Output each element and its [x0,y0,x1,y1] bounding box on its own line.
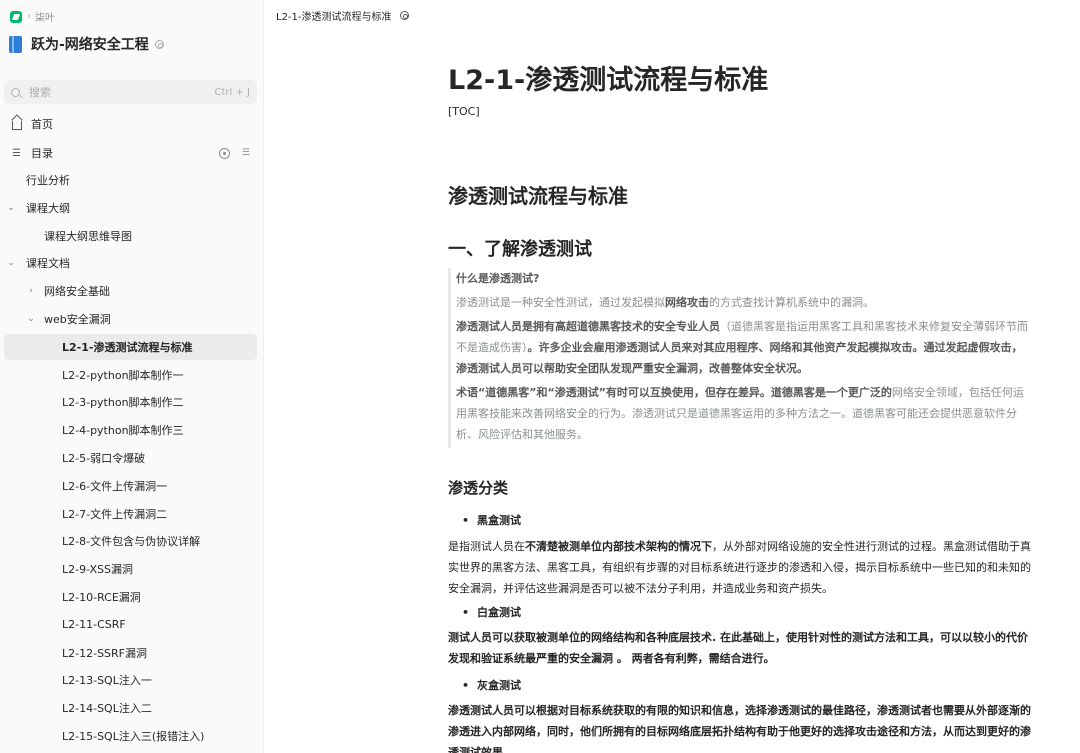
tree-item-label: L2-5-弱口令爆破 [62,452,146,465]
tree-item-label: 课程大纲思维导图 [44,229,132,243]
book-icon [9,35,22,53]
chevron-right-icon: › [27,11,31,22]
search-box[interactable]: Ctrl + J [4,80,257,104]
tree-item-label: L2-8-文件包含与伪协议详解 [62,535,201,549]
tree-item[interactable]: L2-11-CSRF [4,612,257,638]
nav-home[interactable]: 首页 [0,111,263,137]
quote-paragraph-2: 渗透测试人员是拥有高超道德黑客技术的安全专业人员（道德黑客是指运用黑客工具和黑客… [456,320,1028,375]
tree-item-label: L2-3-python脚本制作二 [62,396,184,410]
tree-item[interactable]: L2-14-SQL注入二 [4,695,257,721]
nav-home-label: 首页 [31,118,53,131]
heading-1: 渗透测试流程与标准 [448,184,628,208]
bullet-white-box: 白盒测试 [462,604,521,620]
nav-toc-label: 目录 [31,147,53,160]
chevron-right-icon[interactable]: › [26,286,36,296]
tree-item[interactable]: L2-4-python脚本制作三 [4,417,257,443]
tree-item[interactable]: ⌄ 课程大纲 [4,195,257,221]
tree-item-label: L2-13-SQL注入一 [62,674,152,688]
breadcrumb-workspace[interactable]: 柒叶 [35,9,55,24]
paragraph-gray-box: 渗透测试人员可以根据对目标系统获取的有限的知识和信息，选择渗透测试的最佳路径，渗… [448,704,1031,753]
tree-item-label: L2-9-XSS漏洞 [62,563,134,577]
quote-paragraph-3: 术语“道德黑客”和“渗透测试”有时可以互换使用，但存在差异。道德黑客是一个更广泛… [456,386,1024,441]
book-title[interactable]: 跃为-网络安全工程 [31,34,149,54]
quote-question: 什么是渗透测试? [456,272,540,285]
blockquote: 什么是渗透测试? 渗透测试是一种安全性测试，通过发起模拟网络攻击的方式查找计算机… [448,268,1032,448]
tree-item[interactable]: L2-12-SSRF漏洞 [4,640,257,666]
visibility-icon[interactable] [399,10,409,20]
tree-item[interactable]: L2-7-文件上传漏洞二 [4,501,257,527]
chevron-down-icon[interactable]: ⌄ [6,258,16,268]
tree-item[interactable]: 行业分析 [4,167,257,193]
tree-item-label: web安全漏洞 [44,313,111,326]
bullet-black-box: 黑盒测试 [462,512,521,528]
tree-item[interactable]: L2-5-弱口令爆破 [4,445,257,471]
tree-item-label: L2-4-python脚本制作三 [62,424,184,438]
tree-item[interactable]: L2-2-python脚本制作一 [4,362,257,388]
app-logo-icon[interactable] [10,10,22,23]
tree-item-label: L2-7-文件上传漏洞二 [62,507,168,521]
tree-item-label: 课程大纲 [26,201,70,215]
tree-item[interactable]: › 网络安全基础 [4,278,257,304]
tree-item-label: 课程文档 [26,257,70,271]
locate-icon[interactable] [218,147,230,159]
book-header[interactable]: 跃为-网络安全工程 [9,34,164,54]
tree-item-label: L2-14-SQL注入二 [62,702,152,716]
heading-2: 一、了解渗透测试 [448,239,592,260]
bullet-gray-box: 灰盒测试 [462,677,521,693]
tree-item[interactable]: 课程大纲思维导图 [4,223,257,249]
visibility-icon [154,39,164,49]
tree-item[interactable]: ⌄ 课程文档 [4,250,257,276]
nav-toc[interactable]: ☰ 目录 ☰ [0,140,263,166]
search-input[interactable] [29,85,215,99]
sidebar: › 柒叶 跃为-网络安全工程 Ctrl + J 首页 ☰ 目录 ☰ 行业分析 ⌄ 课… [0,0,264,753]
toc-placeholder: [TOC] [448,105,480,118]
tree-item-label: L2-12-SSRF漏洞 [62,646,147,660]
tree-item-label: L2-10-RCE漏洞 [62,591,141,604]
paragraph-white-box: 测试人员可以获取被测单位的网络结构和各种底层技术. 在此基础上，使用针对性的测试… [448,631,1029,665]
list-icon: ☰ [12,147,21,159]
breadcrumb: › 柒叶 [10,9,55,24]
chevron-down-icon[interactable]: ⌄ [6,203,16,213]
search-shortcut: Ctrl + J [214,86,250,98]
tree-item[interactable]: L2-9-XSS漏洞 [4,556,257,582]
chevron-down-icon[interactable]: ⌄ [26,314,36,324]
page-title: L2-1-渗透测试流程与标准 [448,65,769,96]
tree-item[interactable]: ⌄ web安全漏洞 [4,306,257,332]
tree-item[interactable]: L2-6-文件上传漏洞一 [4,473,257,499]
quote-paragraph-1: 渗透测试是一种安全性测试，通过发起模拟网络攻击的方式查找计算机系统中的漏洞。 [456,296,874,309]
tree-item[interactable]: L2-8-文件包含与伪协议详解 [4,528,257,554]
tree-item-label: L2-1-渗透测试流程与标准 [62,340,193,354]
tree-item-label: 行业分析 [26,174,70,187]
tree-item[interactable]: L2-10-RCE漏洞 [4,584,257,610]
home-icon [11,119,22,130]
doc-header: L2-1-渗透测试流程与标准 [264,0,1080,30]
tree-item-label: L2-2-python脚本制作一 [62,368,184,382]
doc-header-title[interactable]: L2-1-渗透测试流程与标准 [276,8,392,23]
tree-item-label: 网络安全基础 [44,285,110,299]
heading-3: 渗透分类 [448,479,509,497]
tree-item-label: L2-6-文件上传漏洞一 [62,479,168,493]
tree-item[interactable]: L2-3-python脚本制作二 [4,389,257,415]
tree-item-label: L2-11-CSRF [62,618,126,632]
paragraph-black-box: 是指测试人员在不清楚被测单位内部技术架构的情况下，从外部对网络设施的安全性进行测… [448,540,1031,595]
tree-item[interactable]: L2-13-SQL注入一 [4,667,257,693]
tree-item-label: L2-15-SQL注入三(报错注入) [62,730,205,743]
outline-icon[interactable]: ☰ [242,148,250,159]
search-icon [11,87,20,97]
tree-item[interactable]: L2-1-渗透测试流程与标准 [4,333,257,360]
tree-item[interactable]: L2-15-SQL注入三(报错注入) [4,723,257,749]
